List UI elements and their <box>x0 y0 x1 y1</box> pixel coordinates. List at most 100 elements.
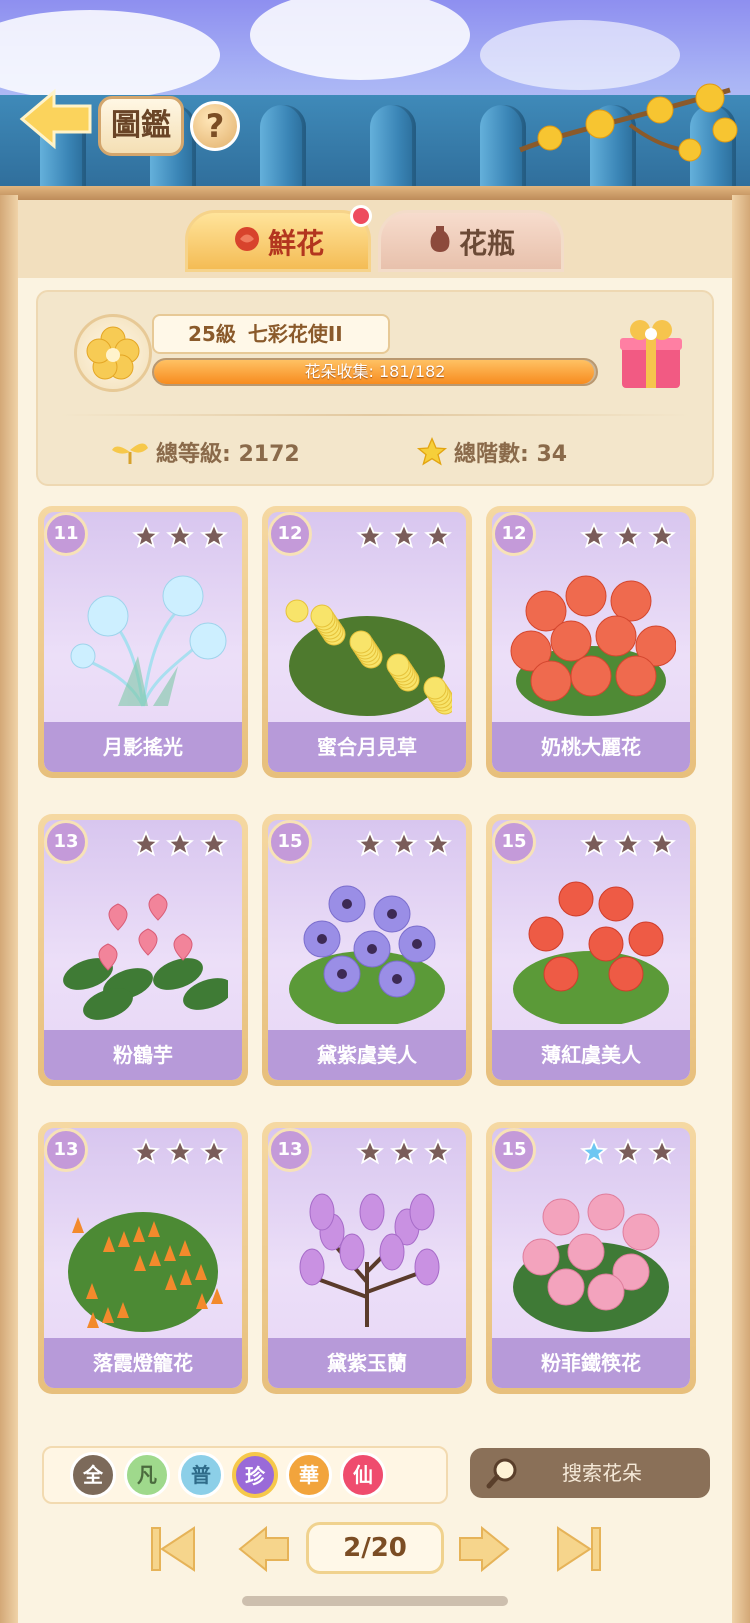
flower-card[interactable]: 11 月影搖光 <box>38 506 248 778</box>
rarity-filter-button[interactable]: 全 <box>70 1452 116 1498</box>
empty-star-icon <box>424 522 452 549</box>
dahlia-icon <box>510 575 676 716</box>
empty-star-icon <box>356 1138 384 1165</box>
empty-star-icon <box>356 830 384 857</box>
purple-poppy-icon <box>289 885 445 1024</box>
rarity-filter-button[interactable]: 普 <box>178 1452 224 1498</box>
tab-flowers-label: 鮮花 <box>267 227 324 260</box>
star-icon <box>416 436 448 474</box>
empty-star-icon <box>648 1138 676 1165</box>
empty-star-icon <box>614 522 642 549</box>
filled-star-icon <box>580 1138 608 1165</box>
empty-star-icon <box>614 830 642 857</box>
card-inner: 15 薄紅虞美人 <box>492 820 690 1080</box>
card-level-badge: 15 <box>492 1128 536 1172</box>
empty-star-icon <box>356 522 384 549</box>
empty-star-icon <box>166 1138 194 1165</box>
first-page-icon <box>151 1526 195 1572</box>
empty-star-icon <box>580 830 608 857</box>
card-flower-name: 月影搖光 <box>44 722 242 772</box>
card-level-badge: 13 <box>268 1128 312 1172</box>
search-flower-button[interactable]: 搜索花朵 <box>470 1448 710 1498</box>
card-inner: 12 蜜合月見草 <box>268 512 466 772</box>
first-page-button[interactable] <box>148 1524 204 1574</box>
empty-star-icon <box>580 522 608 549</box>
search-placeholder: 搜索花朵 <box>562 1461 642 1485</box>
flower-card[interactable]: 12 奶桃大麗花 <box>486 506 696 778</box>
flower-card[interactable]: 15 粉菲鐵筷花 <box>486 1122 696 1394</box>
page-title: 圖鑑 <box>98 96 184 156</box>
rose-icon <box>232 214 262 276</box>
collection-progress-bar: 花朵收集: 181/182 <box>152 358 598 386</box>
card-stars <box>574 522 676 554</box>
card-stars <box>350 830 452 862</box>
player-level: 25級 七彩花使II <box>152 314 390 354</box>
last-page-button[interactable] <box>548 1524 604 1574</box>
left-frame <box>0 195 18 1623</box>
card-stars <box>574 830 676 862</box>
card-inner: 13 黛紫玉蘭 <box>268 1128 466 1388</box>
help-button[interactable]: ? <box>190 101 240 151</box>
gift-box-button[interactable] <box>616 312 686 392</box>
flower-card[interactable]: 15 薄紅虞美人 <box>486 814 696 1086</box>
flower-card[interactable]: 13 粉鶴芋 <box>38 814 248 1086</box>
empty-star-icon <box>614 1138 642 1165</box>
rarity-filter-button[interactable]: 珍 <box>232 1452 278 1498</box>
rarity-filter-button[interactable]: 仙 <box>340 1452 386 1498</box>
card-flower-name: 薄紅虞美人 <box>492 1030 690 1080</box>
card-flower-name: 粉鶴芋 <box>44 1030 242 1080</box>
total-stars-stat: 總階數: 34 <box>416 436 567 474</box>
prev-page-icon <box>238 1525 289 1573</box>
rarity-filter-button[interactable]: 華 <box>286 1452 332 1498</box>
empty-star-icon <box>200 1138 228 1165</box>
tab-vases[interactable]: 花瓶 <box>378 210 564 272</box>
card-level-badge: 11 <box>44 512 88 556</box>
card-inner: 15 粉菲鐵筷花 <box>492 1128 690 1388</box>
empty-star-icon <box>166 522 194 549</box>
card-inner: 12 奶桃大麗花 <box>492 512 690 772</box>
prev-page-button[interactable] <box>236 1524 292 1574</box>
back-button[interactable] <box>18 88 94 150</box>
card-flower-name: 粉菲鐵筷花 <box>492 1338 690 1388</box>
yellow-primrose-icon <box>285 599 452 716</box>
page-indicator: 2/20 <box>306 1522 444 1574</box>
rank-title: 七彩花使II <box>247 322 343 346</box>
card-inner: 11 月影搖光 <box>44 512 242 772</box>
empty-star-icon <box>648 830 676 857</box>
sprout-icon <box>110 438 150 472</box>
collection-text: 花朵收集: 181/182 <box>304 362 446 381</box>
empty-star-icon <box>132 830 160 857</box>
summary-divider <box>60 414 690 416</box>
empty-star-icon <box>132 1138 160 1165</box>
flower-card[interactable]: 13 落霞燈籠花 <box>38 1122 248 1394</box>
card-level-badge: 13 <box>44 820 88 864</box>
card-level-badge: 15 <box>268 820 312 864</box>
rarity-filter-button[interactable]: 凡 <box>124 1452 170 1498</box>
empty-star-icon <box>390 1138 418 1165</box>
card-stars <box>126 830 228 862</box>
empty-star-icon <box>424 830 452 857</box>
card-inner: 13 粉鶴芋 <box>44 820 242 1080</box>
anthurium-icon <box>63 893 228 1020</box>
notification-dot <box>350 205 372 227</box>
fuchsia-icon <box>68 1212 223 1332</box>
back-arrow-icon <box>19 88 92 150</box>
card-stars <box>574 1138 676 1170</box>
total-level-stat: 總等級: 2172 <box>110 436 300 472</box>
flower-card[interactable]: 15 黛紫虞美人 <box>262 814 472 1086</box>
right-frame <box>732 195 750 1623</box>
search-icon <box>486 1456 520 1508</box>
card-flower-name: 蜜合月見草 <box>268 722 466 772</box>
total-stars-label: 總階數: 34 <box>454 442 568 467</box>
next-page-button[interactable] <box>456 1524 512 1574</box>
level-value: 25級 <box>188 322 236 346</box>
card-inner: 13 落霞燈籠花 <box>44 1128 242 1388</box>
tab-flowers[interactable]: 鮮花 <box>185 210 371 272</box>
flower-card[interactable]: 13 黛紫玉蘭 <box>262 1122 472 1394</box>
hellebore-icon <box>513 1193 669 1332</box>
tab-bar <box>18 200 732 280</box>
card-level-badge: 12 <box>268 512 312 556</box>
flower-card[interactable]: 12 蜜合月見草 <box>262 506 472 778</box>
empty-star-icon <box>390 522 418 549</box>
vase-icon <box>427 214 453 276</box>
